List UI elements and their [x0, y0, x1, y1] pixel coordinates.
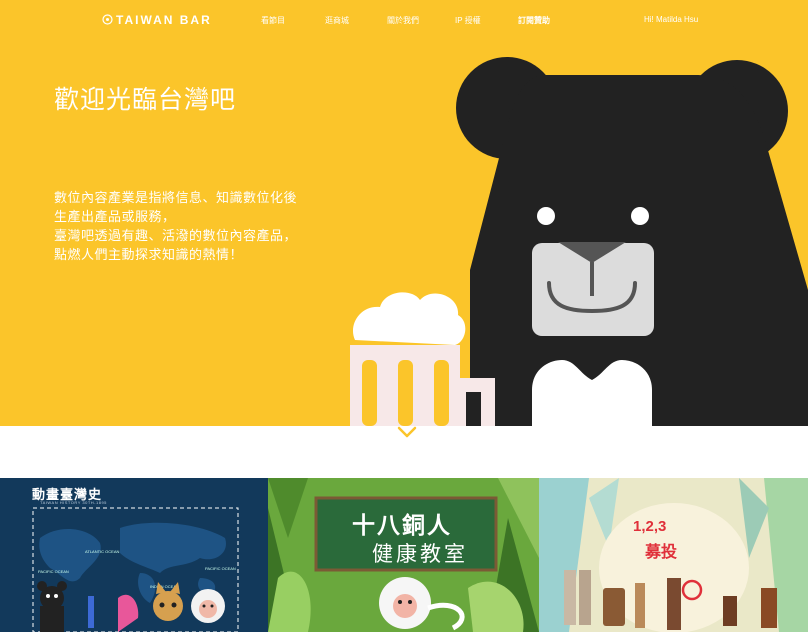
card-title-line2: 健康教室 — [372, 543, 468, 566]
hero-intro: 數位內容產業是指將信息、知識數位化後 生產出產品或服務， 臺灣吧透過有趣、活潑的… — [54, 188, 297, 264]
card-fundraising[interactable]: 1,2,3 募投 — [539, 478, 808, 632]
chevron-down-icon[interactable] — [396, 424, 418, 442]
logo-icon — [102, 14, 113, 25]
intro-line: 數位內容產業是指將信息、知識數位化後 — [54, 190, 298, 205]
nav-item-shows[interactable]: 看節目 — [261, 15, 285, 26]
hero-title: 歡迎光臨台灣吧 — [54, 86, 237, 114]
intro-line: 臺灣吧透過有趣、活潑的數位內容產品， — [54, 228, 298, 243]
hero-section: TAIWAN BAR 看節目 逛商城 關於我們 IP 授權 訂閱贊助 Hi! M… — [0, 0, 808, 426]
user-greeting[interactable]: Hi! Matilda Hsu — [644, 15, 698, 24]
top-nav: TAIWAN BAR 看節目 逛商城 關於我們 IP 授權 訂閱贊助 Hi! M… — [0, 0, 808, 40]
site-logo[interactable]: TAIWAN BAR — [102, 13, 212, 27]
intro-line: 生產出產品或服務， — [54, 209, 176, 224]
card-title-line1: 十八銅人 — [352, 512, 452, 538]
card-title-line1: 1,2,3 — [633, 518, 667, 535]
nav-item-about[interactable]: 關於我們 — [387, 15, 419, 26]
program-cards: ATLANTIC OCEAN PACIFIC OCEAN INDIAN OCEA… — [0, 478, 808, 632]
logo-text: TAIWAN BAR — [116, 13, 212, 27]
nav-item-store[interactable]: 逛商城 — [325, 15, 349, 26]
intro-line: 點燃人們主動探求知識的熱情！ — [54, 247, 244, 262]
map-label: PACIFIC OCEAN — [38, 569, 69, 574]
card-health-class[interactable]: 十八銅人 健康教室 — [268, 478, 539, 632]
map-label: ATLANTIC OCEAN — [85, 549, 119, 554]
card-subtitle: TAIWAN HISTORY 30TH-1895 — [40, 500, 107, 505]
card-title-line2: 募投 — [645, 544, 678, 561]
nav-item-subscribe[interactable]: 訂閱贊助 — [518, 15, 550, 26]
bear-illustration — [350, 57, 808, 426]
card-taiwan-history[interactable]: ATLANTIC OCEAN PACIFIC OCEAN INDIAN OCEA… — [0, 478, 268, 632]
nav-item-ip-license[interactable]: IP 授權 — [455, 15, 481, 26]
map-label: PACIFIC OCEAN — [205, 566, 236, 571]
